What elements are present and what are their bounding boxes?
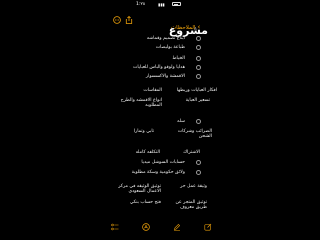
checklist-item-label[interactable]: الخياط bbox=[172, 56, 185, 61]
checklist-item-label[interactable]: حسابات السوشل ميديا bbox=[141, 160, 185, 165]
checklist-item-label[interactable]: ولائق حكومية وسكة مطلوبة bbox=[132, 170, 185, 175]
status-bar: ▮▮▮ 1:٢٨ bbox=[0, 0, 320, 8]
checklist-checkbox[interactable] bbox=[196, 160, 201, 165]
table-cell[interactable]: فتح حساب بنكي bbox=[130, 200, 161, 205]
checklist-icon[interactable] bbox=[110, 222, 120, 232]
table-cell[interactable]: المقاسات bbox=[143, 88, 162, 93]
battery-icon bbox=[172, 2, 181, 6]
compose-icon[interactable] bbox=[203, 222, 213, 232]
table-cell[interactable]: توثيق المتجر عن طريق معروف bbox=[165, 200, 207, 211]
camera-icon[interactable] bbox=[141, 222, 151, 232]
table-cell[interactable]: الضرائب وشركات الشحن bbox=[174, 129, 212, 140]
checklist-item-label[interactable]: طباعة بوليصات bbox=[156, 45, 185, 50]
checklist-checkbox[interactable] bbox=[196, 56, 201, 61]
navigation-bar: ›الملاحظات bbox=[0, 10, 320, 31]
signal-icon: ▮▮▮ bbox=[158, 2, 165, 7]
checklist-checkbox[interactable] bbox=[196, 65, 201, 70]
checklist-checkbox[interactable] bbox=[196, 45, 201, 50]
table-cell[interactable]: الاشتراك bbox=[183, 150, 200, 155]
checklist-item-label[interactable]: هدايا ولوقو والباس للعبايات bbox=[133, 65, 185, 70]
checklist-checkbox[interactable] bbox=[196, 36, 201, 41]
checklist-checkbox[interactable] bbox=[196, 170, 201, 175]
table-cell[interactable]: وثيقة عمل حر bbox=[180, 184, 207, 189]
status-time: 1:٢٨ bbox=[136, 2, 146, 7]
checklist-checkbox[interactable] bbox=[196, 74, 201, 79]
bottom-toolbar bbox=[0, 222, 320, 240]
markup-pen-icon[interactable] bbox=[172, 222, 182, 232]
checklist-checkbox[interactable] bbox=[196, 119, 201, 124]
checklist-item-label[interactable]: ابتاع تصميم وقماشه bbox=[147, 36, 185, 41]
share-icon[interactable] bbox=[124, 15, 133, 24]
table-cell[interactable]: تابي وتمارا bbox=[134, 129, 154, 134]
checklist-item-label[interactable]: سله bbox=[177, 119, 185, 124]
table-cell[interactable]: تسعير العباية bbox=[186, 98, 210, 103]
table-cell[interactable]: انواع الاقمشه والطرح المطلوبه bbox=[116, 98, 162, 109]
table-cell[interactable]: افكار العبايات وربطها bbox=[177, 88, 217, 93]
more-options-icon[interactable] bbox=[112, 15, 121, 24]
table-cell[interactable]: توثيق الوثيقه في مركز الاعمال السعودي bbox=[113, 184, 161, 195]
checklist-item-label[interactable]: الاقمشة والاكسسوار bbox=[146, 74, 185, 79]
table-cell[interactable]: التكلفه كامله bbox=[136, 150, 160, 155]
